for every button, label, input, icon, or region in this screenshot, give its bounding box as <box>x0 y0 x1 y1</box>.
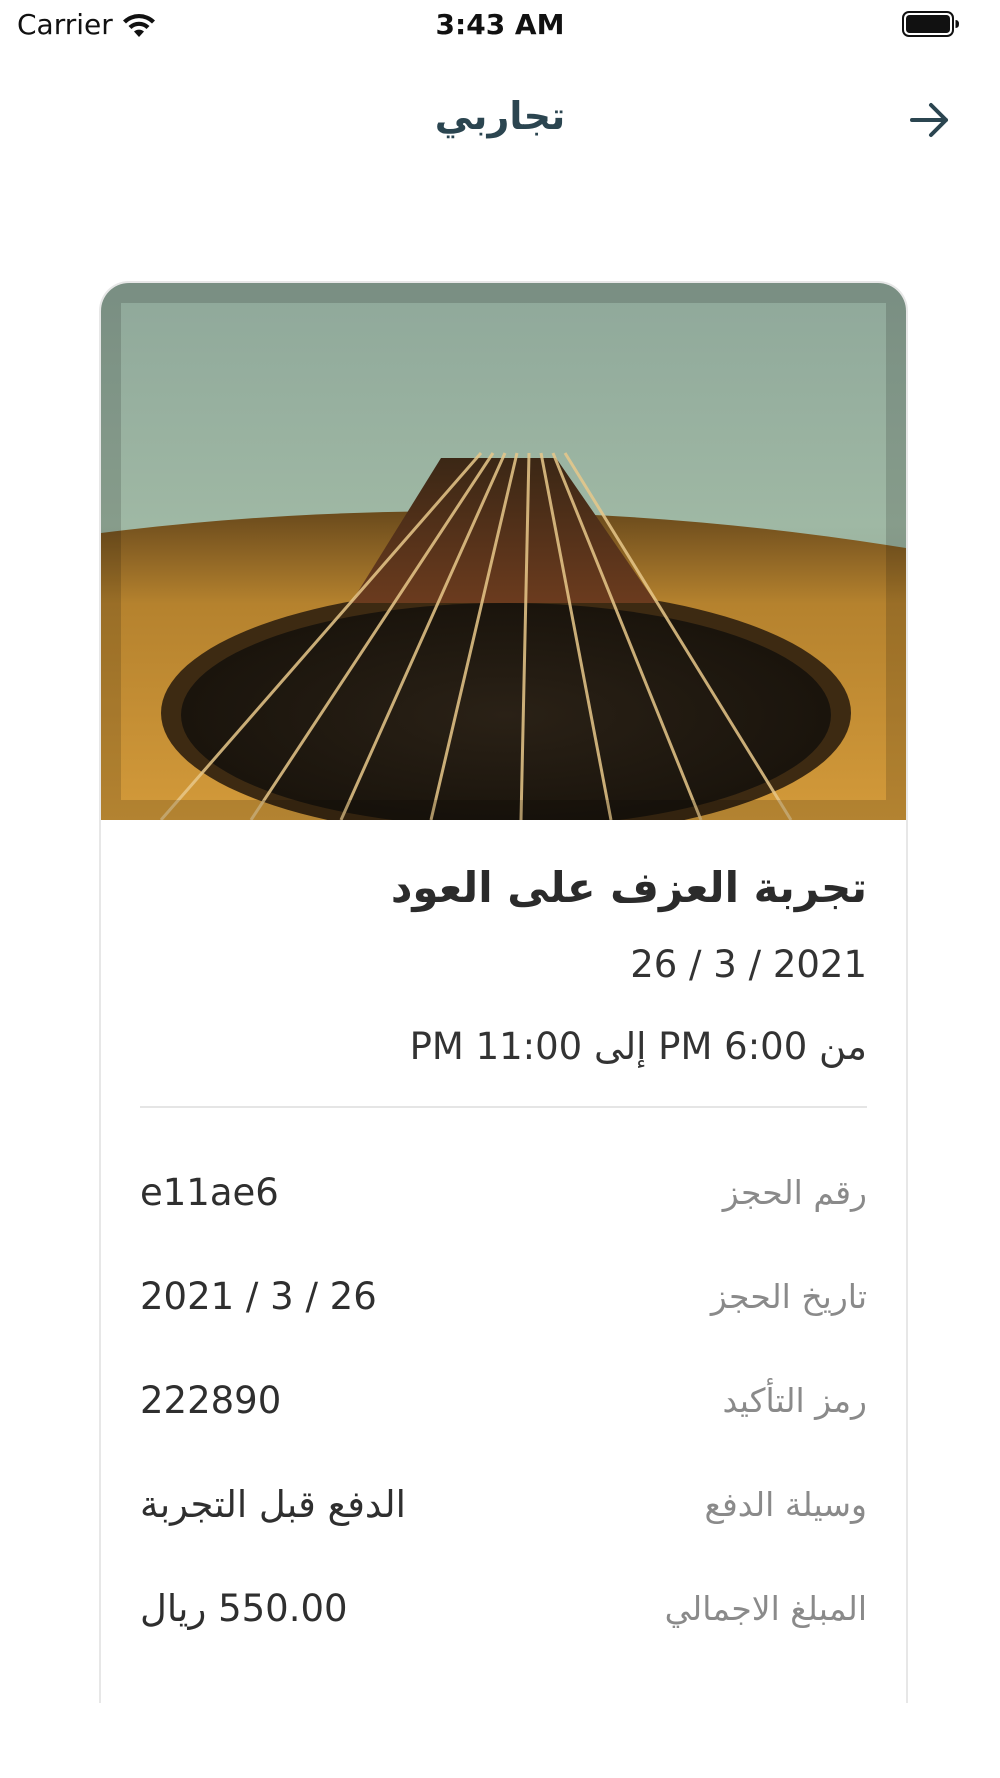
detail-value: e11ae6 <box>140 1170 279 1214</box>
status-bar: Carrier 3:43 AM <box>0 0 1000 50</box>
detail-list: رقم الحجز e11ae6 تاريخ الحجز 2021 / 3 / … <box>140 1140 867 1660</box>
detail-row-total-amount: المبلغ الاجمالي 550.00 ريال <box>140 1556 867 1660</box>
battery-icon <box>902 11 959 37</box>
detail-label: تاريخ الحجز <box>710 1276 867 1316</box>
detail-label: رمز التأكيد <box>722 1380 867 1420</box>
detail-value: 2021 / 3 / 26 <box>140 1274 377 1318</box>
booking-card: تجربة العزف على العود 2021 / 3 / 26 من 6… <box>99 281 908 1703</box>
detail-label: رقم الحجز <box>722 1172 867 1212</box>
back-button[interactable] <box>900 92 960 148</box>
page-title: تجاربي <box>434 94 566 138</box>
arrow-right-icon <box>910 103 948 137</box>
experience-title: تجربة العزف على العود <box>390 863 867 912</box>
experience-image <box>101 283 906 820</box>
detail-row-booking-date: تاريخ الحجز 2021 / 3 / 26 <box>140 1244 867 1348</box>
experience-time-range: من 6:00 PM إلى 11:00 PM <box>409 1025 867 1068</box>
header: تجاربي <box>0 80 1000 160</box>
experience-date: 2021 / 3 / 26 <box>630 943 867 986</box>
detail-row-payment-method: وسيلة الدفع الدفع قبل التجربة <box>140 1452 867 1556</box>
detail-value: 222890 <box>140 1378 282 1422</box>
detail-label: وسيلة الدفع <box>704 1484 867 1524</box>
detail-value: 550.00 ريال <box>140 1586 348 1630</box>
status-time: 3:43 AM <box>435 8 565 41</box>
booking-details: تجربة العزف على العود 2021 / 3 / 26 من 6… <box>101 858 906 1660</box>
oud-instrument-photo <box>101 283 906 820</box>
detail-row-confirmation-code: رمز التأكيد 222890 <box>140 1348 867 1452</box>
divider <box>140 1106 867 1108</box>
detail-label: المبلغ الاجمالي <box>664 1588 867 1628</box>
detail-row-booking-number: رقم الحجز e11ae6 <box>140 1140 867 1244</box>
detail-value: الدفع قبل التجربة <box>140 1482 406 1526</box>
